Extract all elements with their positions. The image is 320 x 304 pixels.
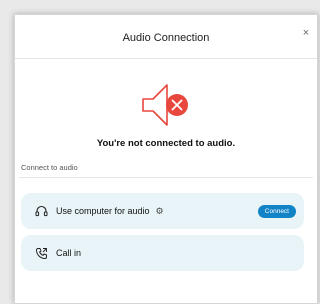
- gear-icon[interactable]: ⚙: [156, 206, 164, 216]
- dialog-titlebar: Audio Connection ×: [15, 15, 317, 59]
- audio-status-message: You're not connected to audio.: [96, 138, 236, 149]
- phone-icon: [34, 246, 48, 260]
- divider: [19, 177, 313, 178]
- call-in-label: Call in: [56, 248, 82, 258]
- call-in-option[interactable]: Call in: [21, 235, 304, 271]
- close-button[interactable]: ×: [299, 26, 313, 40]
- use-computer-audio-option[interactable]: Use computer for audio ⚙ Connect: [21, 193, 304, 229]
- use-computer-audio-label: Use computer for audio: [56, 206, 150, 216]
- speaker-muted-icon: [142, 84, 188, 126]
- connect-button[interactable]: Connect: [257, 205, 296, 218]
- dialog-title: Audio Connection: [122, 32, 210, 44]
- audio-connection-dialog: Audio Connection × You're not connected …: [14, 14, 318, 304]
- headset-icon: [34, 204, 48, 218]
- section-label: Connect to audio: [21, 163, 78, 172]
